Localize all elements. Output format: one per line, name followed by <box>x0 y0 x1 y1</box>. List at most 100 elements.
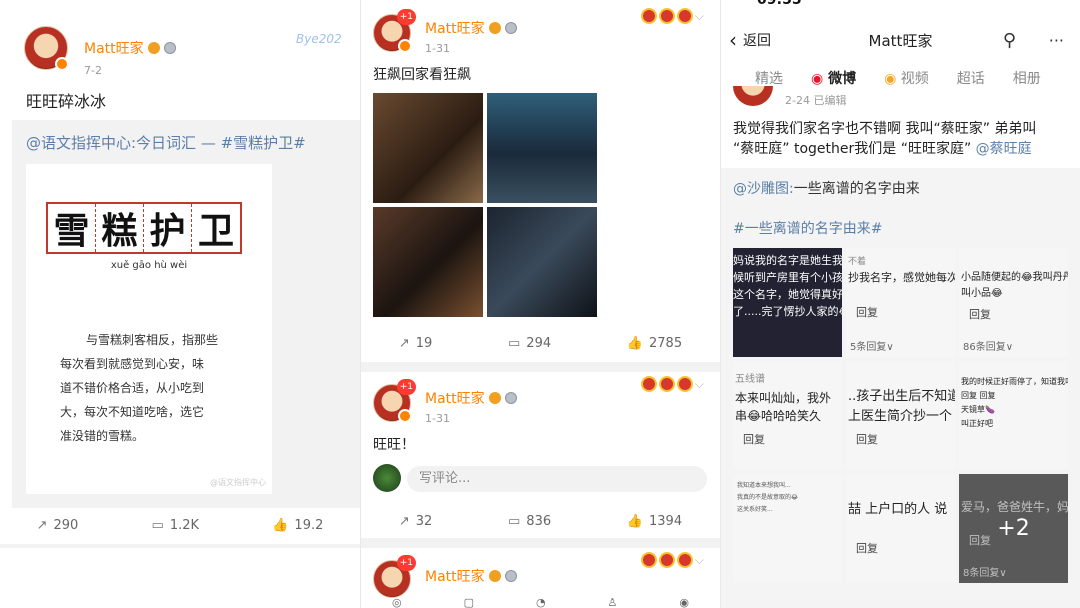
definition-line: 每次看到就感觉到心安，味 <box>60 357 205 371</box>
grid-image[interactable]: 妈说我的名字是她生我时 候听到产房里有个小孩叫 这个名字，她觉得真好 了....… <box>733 248 842 357</box>
photo-thumbnail[interactable] <box>487 93 597 203</box>
grid-image[interactable]: 五线谱 本来叫灿灿，我外 串😂哈哈哈笑久 回复 <box>733 361 842 470</box>
definition: 与雪糕刺客相反，指那些 每次看到就感觉到心安，味 道不错价格合适，从小吃到 大，… <box>60 328 218 448</box>
definition-line: 大，每次不知道吃啥，选它 <box>60 405 205 419</box>
cell-line: 我的时候正好雨停了，知道我叫什 <box>961 377 1068 386</box>
author-name[interactable]: Matt旺家 <box>425 388 485 408</box>
ornament-icon <box>640 552 657 568</box>
tab-supertopic[interactable]: 超话 <box>957 68 985 88</box>
tab-weibo[interactable]: ◉ 微博 <box>811 68 856 88</box>
repost-box[interactable]: @语文指挥中心:今日词汇 — #雪糕护卫# 雪 糕 护 卫 xuě gāo hù… <box>12 120 360 508</box>
like-button[interactable]: 👍 19.2 <box>272 518 323 533</box>
repost-source-user[interactable]: @沙雕图: <box>733 181 794 197</box>
comment-count: 836 <box>526 513 552 529</box>
ornament-icon <box>676 376 693 392</box>
author-name[interactable]: Matt旺家 <box>425 566 485 586</box>
comment-button[interactable]: ▭ 836 <box>508 514 551 529</box>
repost-button[interactable]: ↗ 19 <box>399 336 432 351</box>
comment-input[interactable]: 写评论... <box>407 466 707 492</box>
author-name-row[interactable]: Matt旺家 <box>425 566 517 586</box>
cell-line: 本来叫灿灿，我外 <box>735 391 832 405</box>
vocab-card-image[interactable]: 雪 糕 护 卫 xuě gāo hù wèi 与雪糕刺客相反，指那些 每次看到就… <box>26 164 272 494</box>
like-button[interactable]: 👍 2785 <box>627 336 682 351</box>
bottom-tab-bar: ◎ ▢ ◔ ♙ ◉ <box>361 596 720 608</box>
cell-text: 小品随便起的😂我叫丹丹 叫小品😂 <box>961 270 1068 302</box>
discover-icon[interactable]: ◔ <box>536 596 546 608</box>
profile-icon[interactable]: ◉ <box>679 596 689 608</box>
comment-count: 1.2K <box>169 517 200 533</box>
tab-album[interactable]: 相册 <box>1013 68 1041 88</box>
silver-medal-icon <box>504 22 517 34</box>
cell-text: 不着 抄我名字，感觉她每次 <box>848 254 955 286</box>
home-icon[interactable]: ◎ <box>392 596 402 608</box>
cell-text: 五线谱 本来叫灿灿，我外 串😂哈哈哈笑久 <box>735 371 831 425</box>
video-tab-icon: ◉ <box>884 71 897 87</box>
photo-thumbnail[interactable] <box>373 207 483 317</box>
author-name[interactable]: Matt旺家 <box>425 18 485 38</box>
cell-text: 我知道本来想我叫... 我真的不是故意取的😂 这关系好笑... <box>737 480 798 516</box>
user-mention-link[interactable]: @蔡旺庭 <box>971 141 1032 157</box>
more-images-overlay[interactable]: +2 <box>959 474 1068 583</box>
verified-badge-icon <box>398 409 412 423</box>
avatar[interactable] <box>24 26 69 71</box>
more-options-icon[interactable]: ··· <box>1049 31 1064 50</box>
avatar[interactable] <box>733 86 773 106</box>
chevron-down-icon[interactable]: ⌵ <box>695 9 704 24</box>
verified-badge-icon <box>55 57 69 71</box>
avatar[interactable]: +1 <box>373 379 416 423</box>
user-avatar[interactable] <box>373 464 401 492</box>
reply-label: 回复 <box>856 306 878 319</box>
message-icon[interactable]: ♙ <box>608 596 618 608</box>
gold-medal-icon <box>147 42 160 54</box>
chevron-down-icon[interactable]: ⌵ <box>695 377 704 392</box>
video-icon[interactable]: ▢ <box>464 596 474 608</box>
repost-button[interactable]: ↗ 32 <box>399 514 432 529</box>
reply-label: 回复 <box>743 433 765 446</box>
grid-image[interactable]: 喆 上户口的人 说 回复 <box>846 474 955 583</box>
definition-line: 准没错的雪糕。 <box>60 429 145 443</box>
comment-icon: ▭ <box>151 517 164 533</box>
photo-thumbnail[interactable] <box>487 207 597 317</box>
ornament-icon <box>658 552 675 568</box>
hashtag-link[interactable]: #一些离谱的名字由来# <box>733 218 882 238</box>
photo-thumbnail[interactable] <box>373 93 483 203</box>
chevron-down-icon[interactable]: ⌵ <box>695 553 704 568</box>
comment-button[interactable]: ▭ 294 <box>508 336 551 351</box>
post-header: Matt旺家 <box>425 566 517 586</box>
cell-line: 这关系好笑... <box>737 506 773 513</box>
thumbs-up-icon: 👍 <box>272 517 289 533</box>
comment-button[interactable]: ▭ 1.2K <box>152 518 200 533</box>
like-button[interactable]: 👍 1394 <box>627 514 682 529</box>
author-name[interactable]: Matt旺家 <box>84 38 144 58</box>
silver-medal-icon <box>504 392 517 404</box>
cell-line: 我真的不是故意取的😂 <box>737 494 799 501</box>
author-name-row[interactable]: Matt旺家 <box>425 18 517 38</box>
word-grid: 雪 糕 护 卫 <box>46 202 242 254</box>
repost-button[interactable]: ↗ 290 <box>37 518 79 533</box>
photo-grid <box>373 93 597 317</box>
grid-image[interactable]: ..孩子出生后不知道 上医生简介抄一个 回复 <box>846 361 955 470</box>
grid-image[interactable]: 我的时候正好雨停了，知道我叫什 回复 回复 天镜草🍆 叫正好吧 <box>959 361 1068 470</box>
tab-video[interactable]: ◉ 视频 <box>884 68 929 88</box>
avatar[interactable]: +1 <box>373 9 416 53</box>
repost-header[interactable]: @语文指挥中心:今日词汇 — #雪糕护卫# <box>26 132 306 153</box>
grid-image[interactable]: 我知道本来想我叫... 我真的不是故意取的😂 这关系好笑... <box>733 474 842 583</box>
post-text: 旺旺碎冰冰 <box>26 92 107 111</box>
author-name-row[interactable]: Matt旺家 <box>425 388 517 408</box>
search-icon[interactable]: ⚲ <box>1003 30 1016 51</box>
post-header: Matt旺家 1-31 <box>425 388 517 425</box>
post-date: 1-31 <box>425 42 450 55</box>
tab-featured[interactable]: 精选 <box>755 68 783 88</box>
post-text-fragment: “蔡旺庭” together我们是 “旺旺家庭” <box>733 141 972 157</box>
repost-count: 32 <box>415 513 433 529</box>
divider <box>361 538 720 548</box>
grid-image-more[interactable]: 爱马，爸爸姓牛，妈妈 回复 8条回复∨ +2 <box>959 474 1068 583</box>
cell-line: 不着 <box>848 257 867 267</box>
grid-image[interactable]: 小品随便起的😂我叫丹丹 叫小品😂 回复 86条回复∨ <box>959 248 1068 357</box>
tab-weibo-label: 微博 <box>828 71 857 87</box>
silver-medal-icon <box>504 570 517 582</box>
author-name-row[interactable]: Matt旺家 <box>84 38 176 58</box>
action-bar: ↗ 32 ▭ 836 👍 1394 <box>361 510 720 532</box>
grid-image[interactable]: 不着 抄我名字，感觉她每次 回复 5条回复∨ <box>846 248 955 357</box>
avatar[interactable]: +1 <box>373 555 416 598</box>
